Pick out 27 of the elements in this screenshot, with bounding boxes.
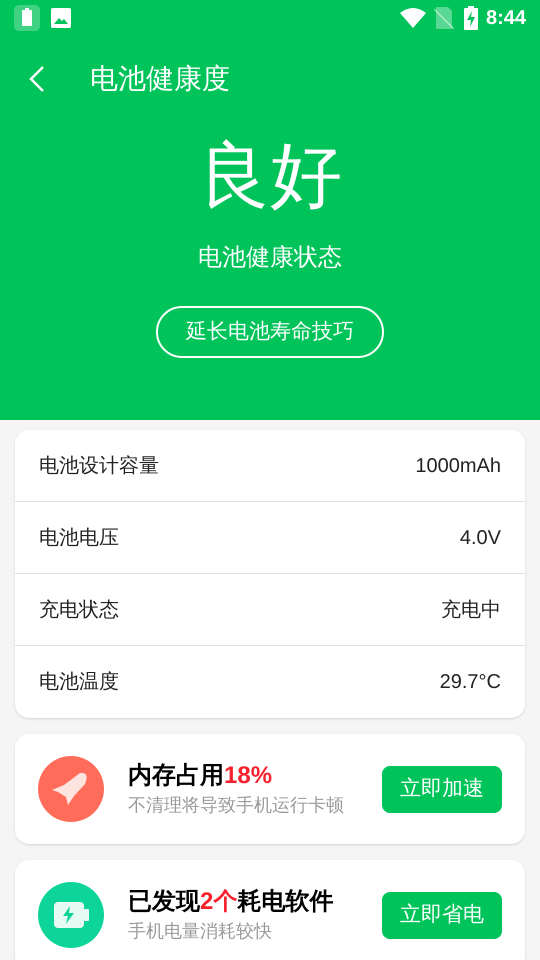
image-icon — [51, 8, 71, 28]
card-subtitle: 不清理将导致手机运行卡顿 — [128, 794, 345, 817]
health-status-label: 电池健康状态 — [198, 243, 342, 273]
info-value: 29.7°C — [440, 670, 501, 695]
info-label: 电池设计容量 — [39, 454, 159, 478]
wifi-icon — [400, 8, 426, 28]
back-icon[interactable] — [28, 65, 46, 93]
battery-tips-button[interactable]: 延长电池寿命技巧 — [156, 306, 384, 358]
battery-charging-icon — [464, 6, 478, 30]
action-button[interactable]: 立即加速 — [382, 766, 502, 812]
rocket-icon — [38, 756, 104, 822]
info-label: 电池电压 — [39, 526, 119, 550]
battery-notification-icon — [14, 5, 40, 31]
health-status: 良好 — [198, 135, 342, 218]
no-sim-icon — [434, 7, 454, 29]
card-title: 已发现2个耗电软件 — [128, 887, 334, 917]
page-title: 电池健康度 — [90, 62, 230, 96]
card-title: 内存占用18% — [128, 761, 274, 791]
status-time: 8:44 — [486, 6, 526, 31]
info-value: 1000mAh — [415, 454, 501, 478]
card-subtitle: 手机电量消耗较快 — [128, 920, 273, 943]
battery-charge-icon — [38, 882, 104, 948]
action-button[interactable]: 立即省电 — [382, 892, 502, 938]
info-label: 电池温度 — [39, 670, 119, 695]
info-label: 充电状态 — [39, 598, 119, 622]
info-value: 4.0V — [460, 526, 501, 550]
info-value: 充电中 — [441, 598, 501, 622]
